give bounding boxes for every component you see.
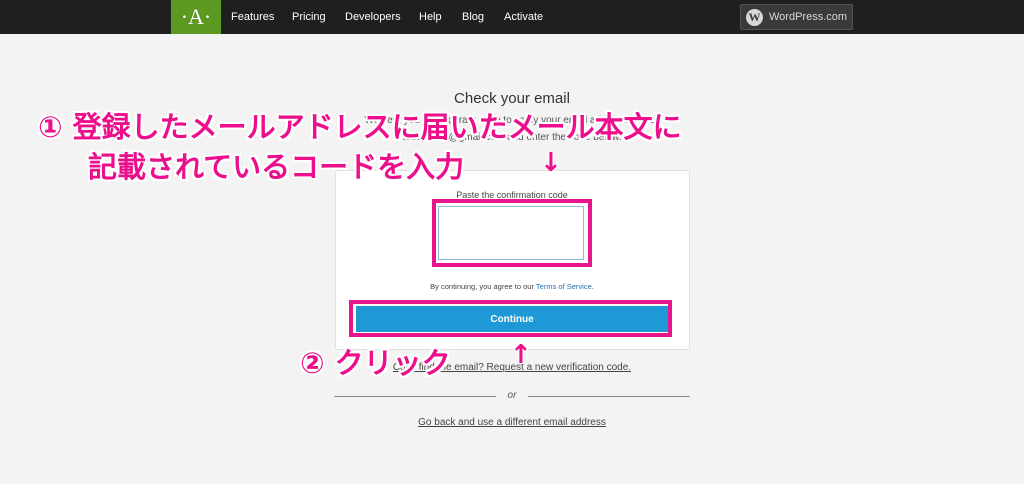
arrow-down-icon: ↓ [540,148,562,178]
divider-right [528,396,690,397]
different-email-link[interactable]: Go back and use a different email addres… [0,417,1024,428]
annotation-step2: ② クリック [300,346,451,380]
arrow-up-icon: ↑ [510,340,532,370]
nav-blog[interactable]: Blog [462,0,484,34]
tos-prefix: By continuing, you agree to our [430,282,536,291]
nav-activate[interactable]: Activate [504,0,543,34]
or-separator: or [507,390,517,401]
continue-button[interactable]: Continue [356,306,668,332]
nav-developers[interactable]: Developers [345,0,401,34]
nav-help[interactable]: Help [419,0,442,34]
code-label: Paste the confirmation code [456,190,568,200]
nav-features[interactable]: Features [231,0,274,34]
wordpress-button-label: WordPress.com [769,11,848,23]
top-navbar: ·A· Features Pricing Developers Help Blo… [0,0,1024,34]
annotation-step1-line1: ① 登録したメールアドレスに届いたメール本文に [38,110,682,144]
wordpress-button[interactable]: W WordPress.com [740,4,853,30]
annotation-step1-line2: 記載されているコードを入力 [88,150,465,184]
confirmation-code-input[interactable] [438,206,584,260]
tos-text: By continuing, you agree to our Terms of… [0,282,1024,291]
wordpress-icon: W [746,8,763,26]
divider-left [334,396,496,397]
terms-of-service-link[interactable]: Terms of Service [536,282,592,291]
tos-suffix: . [591,282,594,291]
nav-pricing[interactable]: Pricing [292,0,326,34]
site-logo[interactable]: ·A· [171,0,221,34]
